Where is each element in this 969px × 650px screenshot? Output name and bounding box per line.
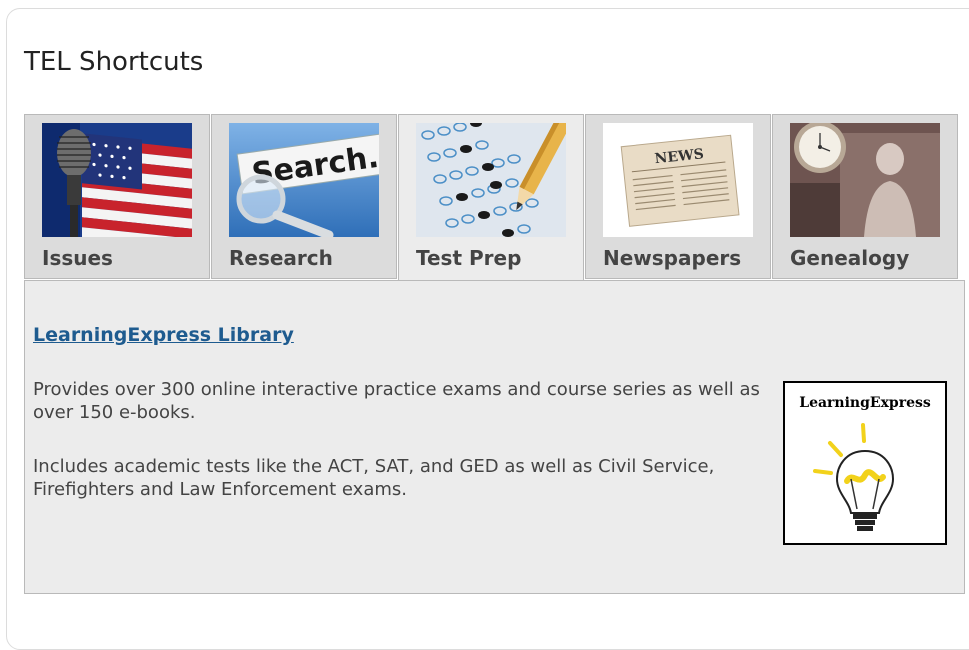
vintage-photo-pocketwatch-image: [790, 123, 940, 237]
description-paragraph-1: Provides over 300 online interactive pra…: [33, 379, 760, 423]
tab-test-prep[interactable]: Test Prep: [398, 114, 584, 281]
learningexpress-library-link[interactable]: LearningExpress Library: [33, 324, 294, 346]
tab-research[interactable]: Search. Research: [211, 114, 397, 279]
tab-research-label: Research: [229, 246, 333, 270]
tab-strip: Issues Search. Research Test Prep NEWS N…: [24, 114, 964, 281]
tab-newspapers[interactable]: NEWS Newspapers: [585, 114, 771, 279]
logo-wordmark: LearningExpress: [799, 395, 931, 411]
learningexpress-logo: LearningExpress: [783, 381, 947, 545]
tab-issues[interactable]: Issues: [24, 114, 210, 279]
answer-sheet-pencil-image: [416, 123, 566, 237]
tab-content-panel: LearningExpress Library Provides over 30…: [24, 280, 965, 594]
tab-genealogy[interactable]: Genealogy: [772, 114, 958, 279]
lightbulb-icon: [813, 423, 895, 531]
description-paragraph-2: Includes academic tests like the ACT, SA…: [33, 456, 715, 500]
tab-issues-label: Issues: [42, 246, 113, 270]
newspaper-image: NEWS: [603, 123, 753, 237]
tab-genealogy-label: Genealogy: [790, 246, 910, 270]
search-magnifier-image: Search.: [229, 123, 379, 237]
microphone-flag-image: [42, 123, 192, 237]
tab-newspapers-label: Newspapers: [603, 246, 742, 270]
section-title: TEL Shortcuts: [24, 47, 204, 77]
tab-test-prep-label: Test Prep: [416, 246, 522, 270]
